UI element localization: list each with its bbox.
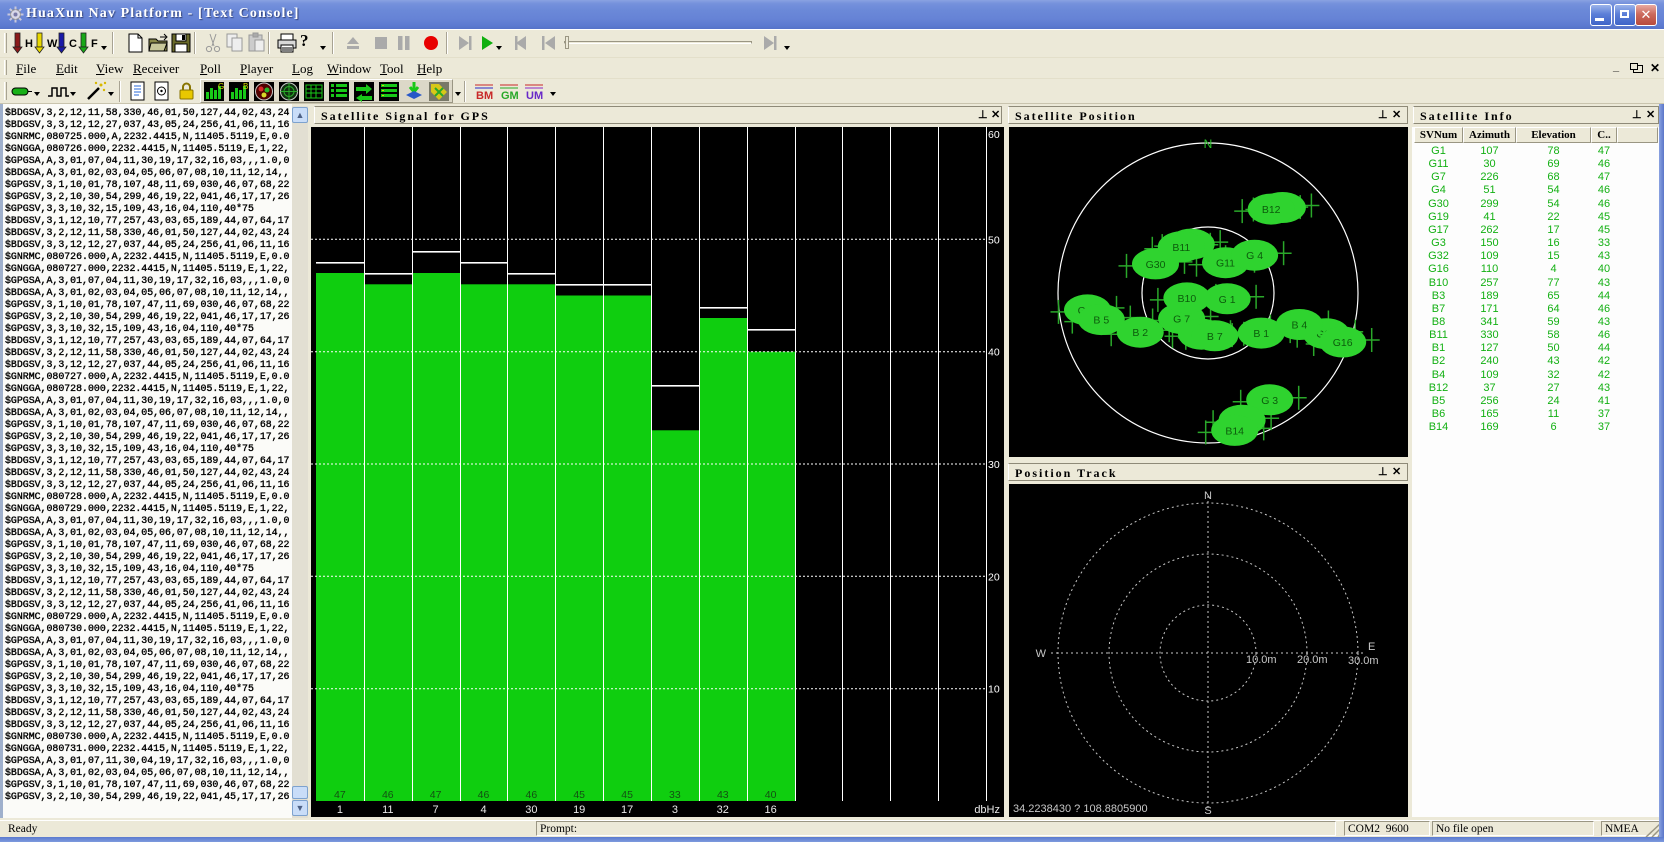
- svg-text:43: 43: [717, 789, 729, 801]
- svg-text:47: 47: [334, 789, 346, 801]
- svg-text:60: 60: [988, 129, 1000, 141]
- svg-text:B14: B14: [1225, 425, 1244, 437]
- svg-text:E: E: [1368, 641, 1375, 653]
- svg-text:H: H: [25, 38, 33, 50]
- svg-text:45: 45: [573, 789, 585, 801]
- svg-text:11: 11: [382, 804, 393, 816]
- svg-text:30: 30: [525, 804, 537, 816]
- svg-text:F: F: [91, 38, 98, 50]
- svg-text:50: 50: [988, 234, 1000, 246]
- svg-text:B11: B11: [1172, 242, 1190, 254]
- svg-text:20.0m: 20.0m: [1297, 654, 1328, 666]
- svg-text:46: 46: [526, 789, 538, 801]
- svg-text:32: 32: [717, 804, 729, 816]
- svg-text:17: 17: [621, 804, 633, 816]
- svg-text:10.0m: 10.0m: [1246, 654, 1277, 666]
- svg-text:GM: GM: [501, 90, 519, 102]
- svg-text:B 4: B 4: [1292, 320, 1308, 332]
- svg-text:40: 40: [988, 347, 1000, 359]
- svg-text:N: N: [1204, 137, 1213, 151]
- svg-text:G: G: [218, 82, 224, 91]
- svg-text:16: 16: [764, 804, 776, 816]
- svg-text:7: 7: [433, 804, 439, 816]
- svg-text:W: W: [1036, 648, 1047, 660]
- svg-text:20: 20: [988, 571, 1000, 583]
- svg-text:C: C: [69, 38, 77, 50]
- svg-text:S: S: [1204, 805, 1211, 817]
- svg-text:47: 47: [430, 789, 442, 801]
- svg-text:N: N: [1204, 490, 1212, 502]
- svg-text:4: 4: [480, 804, 486, 816]
- svg-text:B 2: B 2: [1132, 327, 1148, 339]
- svg-text:10: 10: [988, 684, 1000, 696]
- svg-text:G30: G30: [1146, 259, 1166, 271]
- svg-text:dbHz: dbHz: [974, 804, 1000, 816]
- svg-text:B10: B10: [1178, 293, 1197, 305]
- svg-text:19: 19: [573, 804, 585, 816]
- svg-text:46: 46: [382, 789, 394, 801]
- svg-text:3: 3: [672, 804, 678, 816]
- svg-text:B 5: B 5: [1093, 315, 1109, 327]
- svg-text:BM: BM: [476, 90, 493, 102]
- svg-text:40: 40: [765, 789, 777, 801]
- svg-text:G 1: G 1: [1219, 294, 1236, 306]
- svg-text:45: 45: [621, 789, 633, 801]
- svg-text:B12: B12: [1262, 204, 1281, 216]
- svg-text:B 7: B 7: [1207, 331, 1223, 343]
- svg-text:B 1: B 1: [1253, 328, 1269, 340]
- svg-text:30.0m: 30.0m: [1348, 655, 1379, 667]
- svg-text:30: 30: [988, 459, 1000, 471]
- svg-text:G16: G16: [1333, 337, 1353, 349]
- svg-text:G 4: G 4: [1246, 250, 1263, 262]
- svg-text:UM: UM: [526, 90, 543, 102]
- svg-text:46: 46: [478, 789, 490, 801]
- svg-text:B: B: [243, 82, 248, 91]
- svg-text:1: 1: [337, 804, 343, 816]
- svg-text:G 3: G 3: [1261, 395, 1278, 407]
- svg-text:34.2238430 ? 108.8805900: 34.2238430 ? 108.8805900: [1013, 803, 1148, 815]
- svg-text:33: 33: [669, 789, 681, 801]
